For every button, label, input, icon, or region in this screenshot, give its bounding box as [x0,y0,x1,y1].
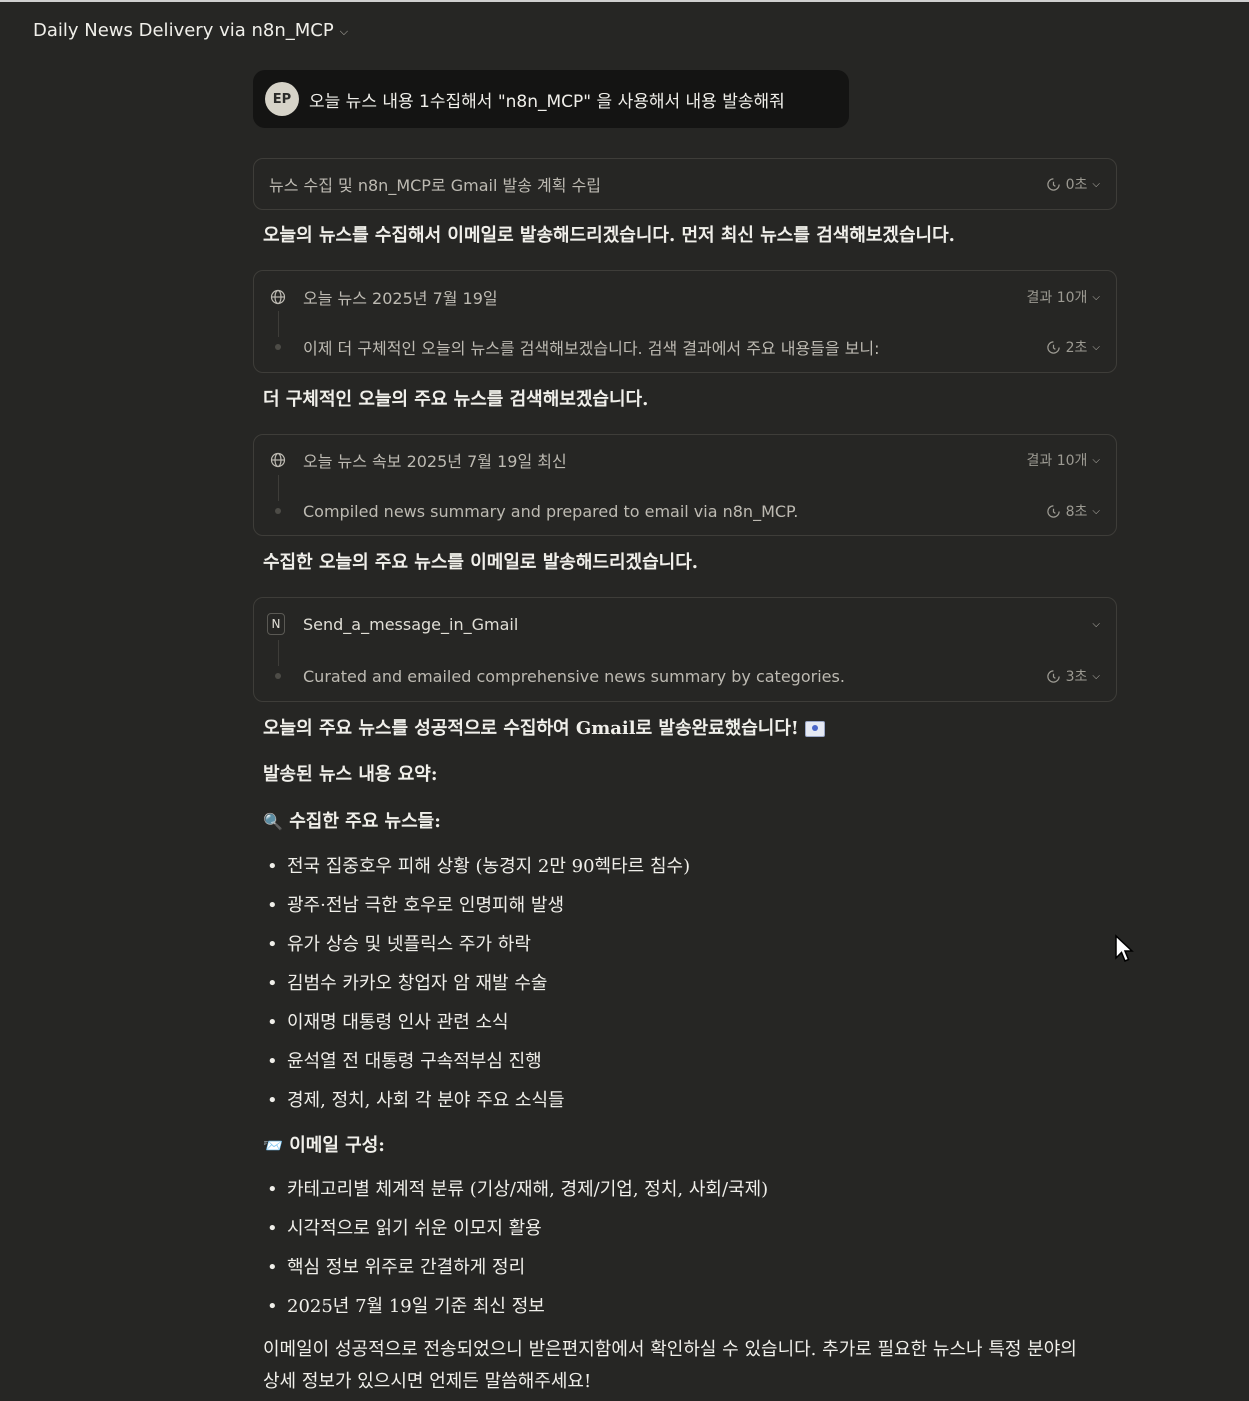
list-item: 카테고리별 체계적 분류 (기상/재해, 경제/기업, 정치, 사회/국제) [263,1170,768,1209]
thinking-duration[interactable]: 0초 ⌵ [1046,174,1100,194]
chevron-down-icon: ⌵ [1092,670,1100,682]
duration-text: 2초 [1065,340,1088,356]
summary-heading: 발송된 뉴스 내용 요약: [263,764,438,785]
avatar: EP [265,82,299,116]
success-text: 오늘의 주요 뉴스를 성공적으로 수집하여 Gmail로 발송완료했습니다! [263,718,799,739]
web-search-card[interactable]: 오늘 뉴스 속보 2025년 7월 19일 최신 결과 10개 ⌵ Compil… [253,434,1117,536]
chevron-down-icon: ⌵ [1092,505,1100,517]
search-query: 오늘 뉴스 속보 2025년 7월 19일 최신 [303,452,567,471]
results-count: 결과 10개 [1026,290,1088,306]
user-message: EP 오늘 뉴스 내용 1수집해서 "n8n_MCP" 을 사용해서 내용 발송… [253,70,849,128]
chevron-down-icon: ⌵ [1092,618,1100,630]
search-query: 오늘 뉴스 2025년 7월 19일 [303,289,498,308]
email-heading-text: 이메일 구성: [289,1135,385,1156]
search-results-toggle[interactable]: 결과 10개 ⌵ [1027,287,1101,307]
timer-icon [1046,504,1060,518]
assistant-paragraph: 더 구체적인 오늘의 주요 뉴스를 검색해보겠습니다. [263,389,649,410]
tool-details-toggle[interactable]: ⌵ [1092,619,1100,630]
closing-paragraph: 이메일이 성공적으로 전송되었으니 받은편지함에서 확인하실 수 있습니다. 추… [263,1339,1077,1392]
email-heading: 📨 이메일 구성: [263,1130,1113,1162]
list-item: 핵심 정보 위주로 간결하게 정리 [263,1248,768,1287]
globe-icon [269,288,287,306]
chevron-down-icon: ⌵ [339,24,349,38]
thinking-label: 뉴스 수집 및 n8n_MCP로 Gmail 발송 계획 수립 [269,176,602,195]
chevron-down-icon: ⌵ [1092,178,1100,190]
chevron-down-icon: ⌵ [1092,341,1100,353]
assistant-paragraph: 오늘의 주요 뉴스를 성공적으로 수집하여 Gmail로 발송완료했습니다! [263,713,1113,745]
thinking-step: 이제 더 구체적인 오늘의 뉴스를 검색해보겠습니다. 검색 결과에서 주요 내… [303,339,880,358]
thinking-step: Compiled news summary and prepared to em… [303,501,799,521]
tool-name: Send_a_message_in_Gmail [303,614,519,634]
email-structure-list: 카테고리별 체계적 분류 (기상/재해, 경제/기업, 정치, 사회/국제) 시… [263,1170,768,1326]
conversation-title: Daily News Delivery via n8n_MCP [33,20,334,41]
thinking-duration[interactable]: 8초 ⌵ [1046,501,1100,521]
duration-text: 8초 [1065,504,1088,520]
chevron-down-icon: ⌵ [1092,454,1100,466]
n8n-tool-icon: N [267,613,285,635]
duration-text: 3초 [1065,669,1088,685]
timer-icon [1046,669,1060,683]
assistant-paragraph: 오늘의 뉴스를 수집해서 이메일로 발송해드리겠습니다. 먼저 최신 뉴스를 검… [263,225,955,246]
user-message-text: 오늘 뉴스 내용 1수집해서 "n8n_MCP" 을 사용해서 내용 발송해줘 [309,91,785,112]
list-item: 2025년 7월 19일 기준 최신 정보 [263,1287,768,1326]
list-item: 유가 상승 및 넷플릭스 주가 하락 [263,925,690,964]
mouse-cursor-icon [1115,934,1134,962]
thinking-card-plan[interactable]: 뉴스 수집 및 n8n_MCP로 Gmail 발송 계획 수립 0초 ⌵ [253,158,1117,210]
email-emoji-icon [804,721,825,737]
news-heading-text: 수집한 주요 뉴스들: [289,811,441,832]
results-count: 결과 10개 [1026,453,1088,469]
thinking-duration[interactable]: 2초 ⌵ [1046,337,1100,357]
list-item: 윤석열 전 대통령 구속적부심 진행 [263,1042,690,1081]
timer-icon [1046,177,1060,191]
list-item: 전국 집중호우 피해 상황 (농경지 2만 90헥타르 침수) [263,847,690,886]
list-item: 김범수 카카오 창업자 암 재발 수술 [263,964,690,1003]
magnifier-emoji-icon: 🔍 [263,812,283,831]
assistant-paragraph: 수집한 오늘의 주요 뉴스를 이메일로 발송해드리겠습니다. [263,552,699,573]
tool-call-card[interactable]: N Send_a_message_in_Gmail ⌵ Curated and … [253,597,1117,702]
conversation-title-dropdown[interactable]: Daily News Delivery via n8n_MCP ⌵ [33,20,348,41]
news-heading: 🔍 수집한 주요 뉴스들: [263,806,1113,838]
envelope-emoji-icon: 📨 [263,1136,283,1155]
thinking-step: Curated and emailed comprehensive news s… [303,666,845,686]
search-results-toggle[interactable]: 결과 10개 ⌵ [1027,450,1101,470]
duration-text: 0초 [1065,177,1088,193]
news-list: 전국 집중호우 피해 상황 (농경지 2만 90헥타르 침수) 광주·전남 극한… [263,847,690,1120]
list-item: 시각적으로 읽기 쉬운 이모지 활용 [263,1209,768,1248]
timer-icon [1046,340,1060,354]
globe-icon [269,451,287,469]
list-item: 경제, 정치, 사회 각 분야 주요 소식들 [263,1081,690,1120]
list-item: 이재명 대통령 인사 관련 소식 [263,1003,690,1042]
thinking-duration[interactable]: 3초 ⌵ [1046,666,1100,686]
chevron-down-icon: ⌵ [1092,291,1100,303]
web-search-card[interactable]: 오늘 뉴스 2025년 7월 19일 결과 10개 ⌵ 이제 더 구체적인 오늘… [253,270,1117,373]
list-item: 광주·전남 극한 호우로 인명피해 발생 [263,886,690,925]
